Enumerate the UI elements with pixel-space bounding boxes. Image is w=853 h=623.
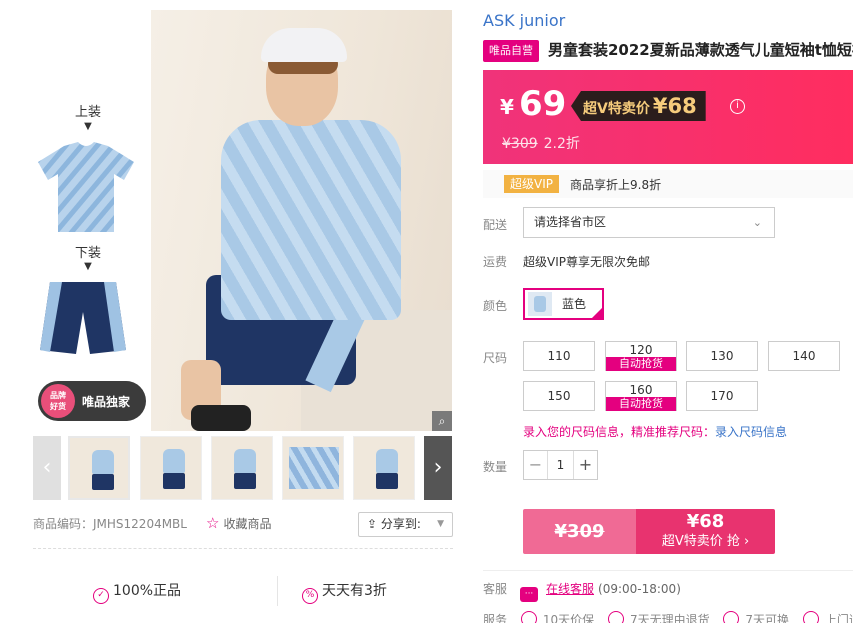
color-swatch <box>528 292 552 316</box>
sale-price: 69 <box>519 84 567 124</box>
shorts-thumbnail[interactable] <box>36 278 130 358</box>
down-arrow-icon: ▼ <box>84 121 92 132</box>
size-label: 尺码 <box>483 351 508 365</box>
thumbnail-1[interactable] <box>68 436 130 500</box>
online-service: ··· 在线客服 (09:00-18:00) <box>520 580 681 602</box>
vip-price-tag: 超V特卖价 ¥68 <box>571 91 706 121</box>
brand-goods-icon: 品牌 好货 <box>41 384 75 418</box>
exclusive-label: 唯品独家 <box>82 395 131 409</box>
size-option[interactable]: 120 自动抢货 <box>605 341 677 371</box>
plus-button[interactable]: + <box>573 451 597 479</box>
original-price: ¥309 2.2折 <box>502 136 580 152</box>
service-promises: 服务 10天价保 7天无理由退货 7天可换 上门退 <box>483 611 853 623</box>
brand-link[interactable]: ASK junior <box>483 11 565 30</box>
favorite-button[interactable]: ☆ 收藏商品 <box>206 514 271 532</box>
online-service-link[interactable]: 在线客服 <box>546 582 594 596</box>
share-dropdown[interactable]: ⇪ 分享到: ▼ <box>358 512 453 537</box>
price-panel: ¥ 69 超V特卖价 ¥68 i ¥309 2.2折 <box>483 70 853 164</box>
thumbnail-strip: ‹ › <box>33 436 452 500</box>
star-icon: ☆ <box>206 514 220 532</box>
chat-icon: ··· <box>520 587 538 602</box>
exclusive-badge: 品牌 好货 唯品独家 <box>38 381 146 421</box>
product-code: 商品编码：JMHS12204MBL <box>33 517 187 531</box>
share-icon: ⇪ <box>367 517 381 531</box>
guarantee-discount: % 天天有3折 <box>302 580 387 604</box>
color-label: 颜色 <box>483 299 508 313</box>
currency-symbol: ¥ <box>500 95 514 119</box>
delivery-label: 配送 <box>483 218 508 232</box>
divider <box>483 570 853 571</box>
buy-button[interactable]: ¥309 ¥68 超V特卖价 抢 › <box>523 509 775 554</box>
product-title: 男童套装2022夏新品薄款透气儿童短袖t恤短裤套装 <box>548 41 853 59</box>
shield-icon: ✓ <box>93 588 109 604</box>
shipping-value: 超级VIP尊享无限次免邮 <box>523 255 650 269</box>
check-circle-icon <box>607 611 624 623</box>
size-option[interactable]: 170 <box>686 381 758 411</box>
buy-vip-price: ¥68 <box>686 511 725 532</box>
super-vip-badge: 超级VIP <box>504 175 559 193</box>
top-garment-label: 上装 <box>74 105 101 120</box>
quantity-label: 数量 <box>483 460 508 474</box>
caret-down-icon: ▼ <box>437 519 444 529</box>
color-option-blue[interactable]: 蓝色 ✓ <box>523 288 604 320</box>
down-arrow-icon: ▼ <box>84 261 92 272</box>
size-option[interactable]: 110 <box>523 341 595 371</box>
vip-description: 商品享折上9.8折 <box>570 178 662 192</box>
divider <box>33 548 453 549</box>
auto-grab-tag: 自动抢货 <box>606 397 676 411</box>
chevron-left-icon[interactable]: ‹ <box>33 436 61 500</box>
size-hint: 录入您的尺码信息，精准推荐尺码：录入尺码信息 <box>523 425 788 439</box>
chevron-right-icon: › <box>743 534 750 549</box>
guarantee-authentic: ✓ 100%正品 <box>93 580 181 604</box>
buy-original-price: ¥309 <box>554 521 605 542</box>
thumbnail-2[interactable] <box>140 436 202 500</box>
minus-button[interactable]: − <box>524 451 548 479</box>
auto-grab-tag: 自动抢货 <box>606 357 676 371</box>
info-icon[interactable]: i <box>730 99 745 114</box>
tshirt-thumbnail[interactable] <box>36 140 136 235</box>
thumbnail-3[interactable] <box>211 436 273 500</box>
region-select[interactable]: 请选择省市区 ⌄ <box>523 207 775 238</box>
magnifier-icon[interactable]: ⌕ <box>432 411 452 431</box>
service-label: 客服 <box>483 582 508 596</box>
check-circle-icon <box>723 611 740 623</box>
check-circle-icon <box>520 611 537 623</box>
thumbnail-5[interactable] <box>353 436 415 500</box>
size-option[interactable]: 130 <box>686 341 758 371</box>
chevron-down-icon: ⌄ <box>752 216 762 229</box>
quantity-stepper: − 1 + <box>523 450 598 480</box>
bottom-garment-label: 下装 <box>74 246 101 261</box>
shipping-label: 运费 <box>483 255 508 269</box>
vip-row: 超级VIP 商品享折上9.8折 <box>483 170 853 198</box>
quantity-input[interactable]: 1 <box>548 451 573 479</box>
size-option[interactable]: 150 <box>523 381 595 411</box>
thumbnail-4[interactable] <box>282 436 344 500</box>
chevron-right-icon[interactable]: › <box>424 436 452 500</box>
self-operated-badge: 唯品自营 <box>483 40 539 62</box>
divider <box>277 576 278 606</box>
enter-size-link[interactable]: 录入尺码信息 <box>715 425 787 439</box>
percent-icon: % <box>302 588 318 604</box>
check-circle-icon <box>802 611 819 623</box>
size-option[interactable]: 160 自动抢货 <box>605 381 677 411</box>
size-option[interactable]: 140 <box>768 341 840 371</box>
buy-action-label: 超V特卖价 抢 <box>661 534 740 549</box>
main-product-image[interactable]: ⌕ <box>151 10 452 431</box>
